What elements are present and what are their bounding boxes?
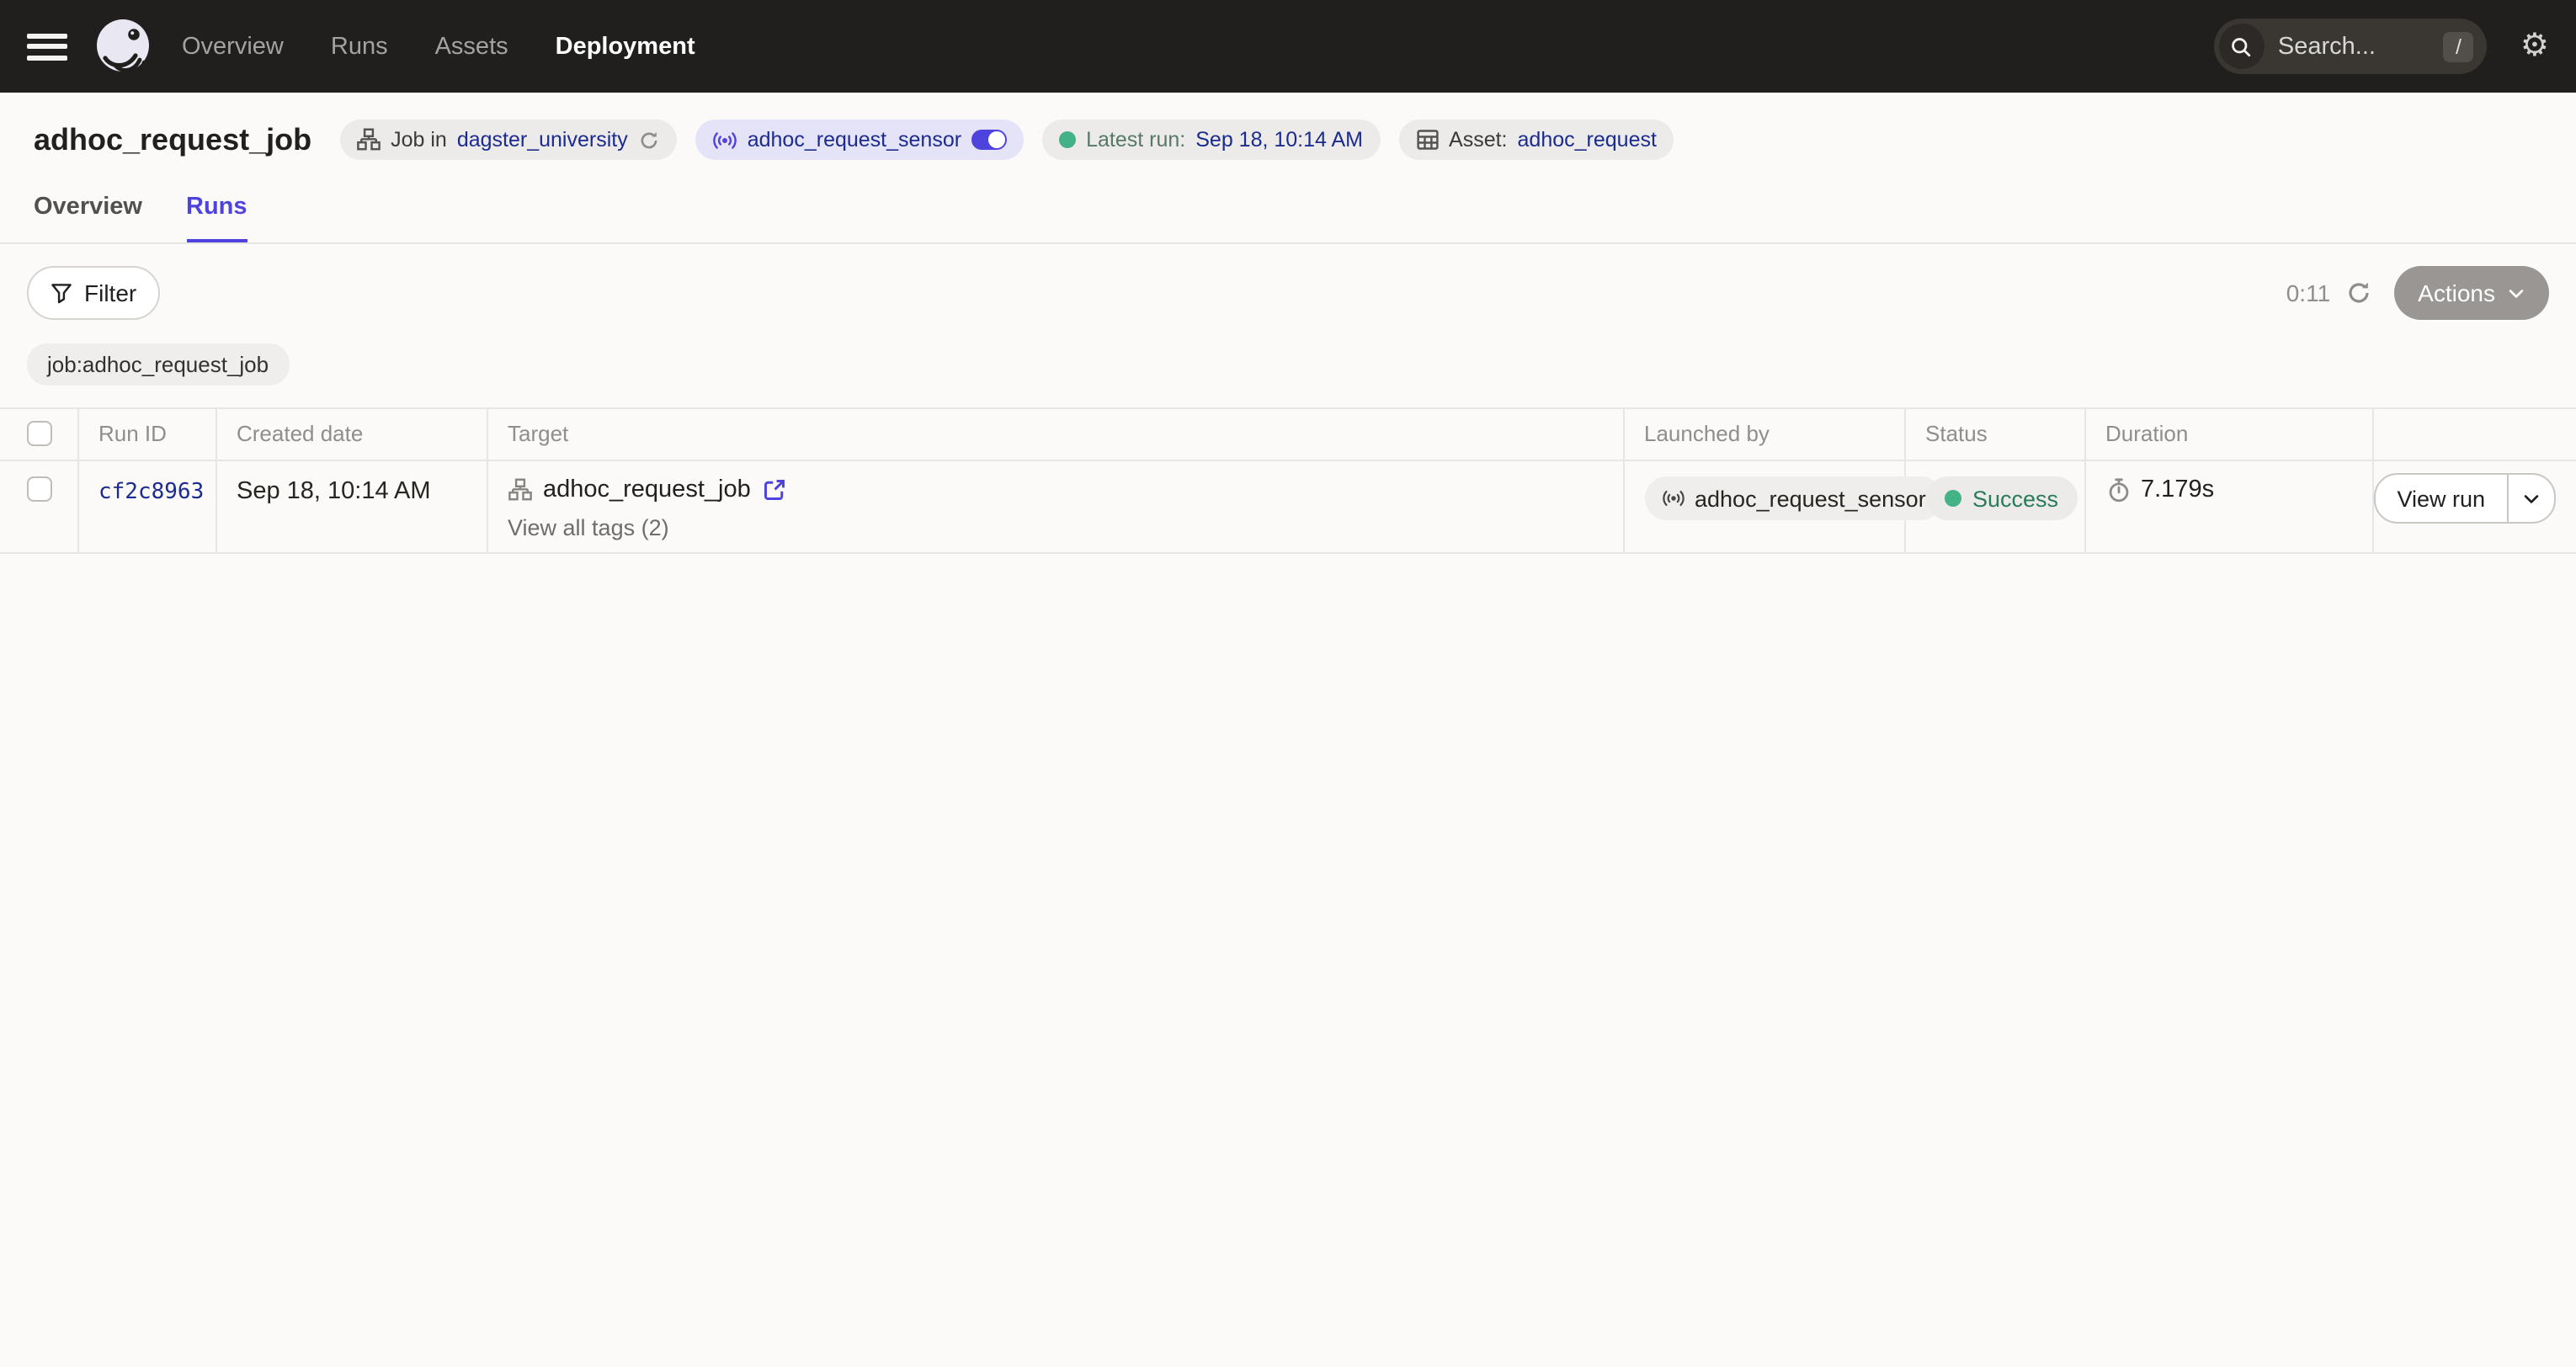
status-value: Success	[1972, 486, 2058, 511]
target-job-name: adhoc_request_job	[543, 476, 751, 503]
latest-run-badge: Latest run: Sep 18, 10:14 AM	[1042, 120, 1380, 160]
sensor-link[interactable]: adhoc_request_sensor	[748, 128, 961, 152]
column-header-created-date: Created date	[216, 409, 486, 460]
search-input[interactable]: Search... /	[2214, 19, 2487, 74]
asset-badge: Asset: adhoc_request	[1398, 120, 1674, 160]
active-filters-row: job:adhoc_request_job	[0, 320, 2576, 407]
nav-item-deployment[interactable]: Deployment	[556, 33, 695, 60]
launched-by-value: adhoc_request_sensor	[1695, 486, 1926, 511]
created-date-value: Sep 18, 10:14 AM	[237, 478, 431, 505]
top-navbar: Overview Runs Assets Deployment Search..…	[0, 0, 2576, 93]
sensor-badge: adhoc_request_sensor	[695, 120, 1024, 160]
refresh-icon[interactable]	[2345, 279, 2372, 306]
job-graph-icon	[357, 128, 381, 152]
job-badge-prefix: Job in	[391, 128, 447, 152]
sensor-icon	[1661, 488, 1685, 508]
menu-icon[interactable]	[27, 33, 67, 60]
app-root: Overview Runs Assets Deployment Search..…	[0, 0, 2576, 1367]
column-header-run-id: Run ID	[78, 409, 215, 460]
code-location-link[interactable]: dagster_university	[457, 128, 628, 152]
page-header: adhoc_request_job Job in dagster_univers…	[0, 93, 2576, 160]
filter-button-label: Filter	[84, 279, 136, 306]
nav-item-assets[interactable]: Assets	[435, 33, 508, 60]
job-graph-icon	[508, 478, 531, 502]
column-header-status: Status	[1905, 409, 2084, 460]
tab-runs[interactable]: Runs	[186, 194, 247, 242]
search-placeholder: Search...	[2278, 33, 2444, 60]
nav-item-runs[interactable]: Runs	[331, 33, 388, 60]
tab-bar: Overview Runs	[0, 194, 2576, 244]
refresh-countdown: 0:11	[2286, 279, 2330, 306]
latest-run-link[interactable]: Sep 18, 10:14 AM	[1195, 128, 1363, 152]
external-link-icon[interactable]	[763, 478, 786, 502]
job-location-badge: Job in dagster_university	[340, 120, 677, 160]
table-row: cf2c8963 Sep 18, 10:14 AM adhoc_request_…	[0, 460, 2576, 553]
job-filter-chip[interactable]: job:adhoc_request_job	[27, 343, 289, 386]
dagster-logo-icon[interactable]	[91, 14, 155, 78]
stopwatch-icon	[2105, 476, 2131, 503]
view-all-tags-link[interactable]: View all tags (2)	[508, 515, 1609, 540]
row-checkbox[interactable]	[27, 476, 52, 502]
reload-location-icon[interactable]	[638, 129, 660, 151]
run-id-link[interactable]: cf2c8963	[98, 480, 204, 505]
runs-table: Run ID Created date Target Launched by S…	[0, 407, 2576, 554]
primary-nav: Overview Runs Assets Deployment	[182, 33, 695, 60]
page-title: adhoc_request_job	[34, 122, 311, 157]
select-all-checkbox[interactable]	[27, 421, 52, 446]
column-header-duration: Duration	[2085, 409, 2371, 460]
view-run-split-button: View run	[2373, 473, 2556, 524]
asset-badge-label: Asset:	[1449, 128, 1508, 152]
latest-run-status-dot	[1059, 131, 1076, 148]
filter-button[interactable]: Filter	[27, 266, 160, 320]
launched-by-tag[interactable]: adhoc_request_sensor	[1644, 476, 1943, 520]
sensor-icon	[712, 129, 737, 151]
tab-overview[interactable]: Overview	[34, 194, 142, 242]
asset-link[interactable]: adhoc_request	[1518, 128, 1657, 152]
gear-icon[interactable]: ⚙	[2520, 30, 2549, 62]
filter-icon	[51, 282, 72, 304]
status-dot	[1944, 490, 1961, 507]
search-shortcut-badge: /	[2444, 31, 2473, 61]
actions-button-label: Actions	[2418, 279, 2495, 306]
duration-value: 7.179s	[2141, 476, 2214, 503]
status-badge: Success	[1925, 476, 2077, 520]
column-header-launched-by: Launched by	[1624, 409, 1903, 460]
chevron-down-icon	[2507, 284, 2525, 302]
view-run-button[interactable]: View run	[2375, 475, 2507, 522]
latest-run-label: Latest run:	[1086, 128, 1185, 152]
search-icon	[2219, 24, 2265, 69]
view-run-menu-button[interactable]	[2509, 475, 2554, 522]
column-header-target: Target	[487, 409, 1622, 460]
actions-button[interactable]: Actions	[2394, 266, 2549, 320]
asset-table-icon	[1415, 128, 1439, 152]
runs-toolbar: Filter 0:11 Actions	[0, 244, 2576, 320]
sensor-toggle[interactable]	[971, 130, 1007, 150]
table-header-row: Run ID Created date Target Launched by S…	[0, 408, 2576, 460]
nav-item-overview[interactable]: Overview	[182, 33, 284, 60]
